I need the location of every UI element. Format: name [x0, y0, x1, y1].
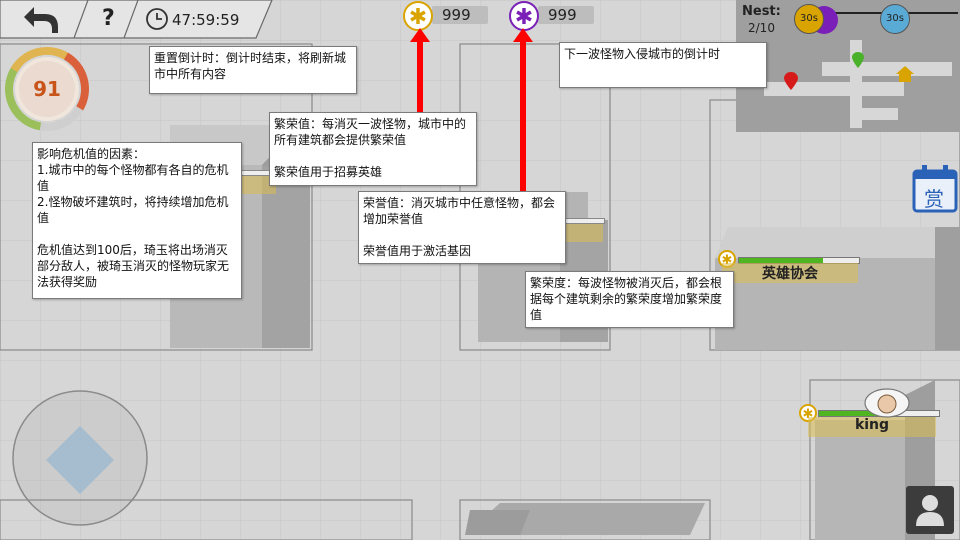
prosperity-value-box: 999	[432, 6, 488, 24]
tip-building-prosperity: 繁荣度：每波怪物被消灭后，都会根据每个建筑剩余的繁荣度增加繁荣度值	[525, 271, 734, 328]
tip-next-wave: 下一波怪物入侵城市的倒计时	[559, 42, 767, 88]
help-button[interactable]: ?	[102, 6, 115, 31]
tip-honor-text-2: 荣誉值用于激活基因	[363, 244, 472, 258]
nest-timer-1: 30s	[794, 4, 824, 34]
map-pin-icon	[784, 72, 798, 90]
king-avatar-cloud	[864, 388, 910, 418]
arrow-honor	[513, 28, 533, 192]
building-label-mid	[565, 224, 603, 242]
king-name[interactable]: king	[808, 417, 936, 437]
tip-prosperity-text-2: 繁荣值用于招募英雄	[274, 165, 383, 179]
honor-value-box: 999	[538, 6, 594, 24]
profile-button[interactable]	[906, 486, 954, 534]
arrow-prosperity	[410, 28, 430, 114]
reset-countdown-text: 47:59:59	[172, 11, 240, 29]
tip-crisis-item-1: 1.城市中的每个怪物都有各自的危机值	[37, 163, 229, 193]
minimap-roads	[764, 40, 952, 128]
back-arrow-icon	[24, 7, 58, 33]
reward-button[interactable]: 赏	[912, 163, 958, 213]
nest-label: Nest:	[742, 4, 781, 19]
tip-crisis-title: 影响危机值的因素：	[37, 147, 146, 161]
tip-crisis: 影响危机值的因素： 1.城市中的每个怪物都有各自的危机值 2.怪物破坏建筑时，将…	[32, 142, 242, 299]
honor-value: 999	[548, 6, 577, 24]
hero-marker-icon	[852, 52, 864, 68]
tip-building-prosperity-text: 繁荣度：每波怪物被消灭后，都会根据每个建筑剩余的繁荣度增加繁荣度值	[530, 276, 723, 322]
back-button[interactable]	[20, 3, 62, 35]
tip-next-wave-text: 下一波怪物入侵城市的倒计时	[564, 47, 721, 61]
tip-prosperity-text-1: 繁荣值：每消灭一波怪物，城市中的所有建筑都会提供繁荣值	[274, 117, 467, 147]
tip-crisis-item-3: 危机值达到100后，琦玉将出场消灭部分敌人，被琦玉消灭的怪物玩家无法获得奖励	[37, 243, 230, 289]
prosperity-value: 999	[442, 6, 471, 24]
svg-text:✱: ✱	[409, 5, 427, 30]
tip-prosperity: 繁荣值：每消灭一波怪物，城市中的所有建筑都会提供繁荣值 繁荣值用于招募英雄	[269, 112, 477, 186]
game-screen: ? 47:59:59 999 ✱ 999 ✱ 91 Nest: 2/10 30s…	[0, 0, 960, 540]
tip-honor: 荣誉值：消灭城市中任意怪物，都会增加荣誉值 荣誉值用于激活基因	[358, 191, 566, 264]
profile-icon	[916, 495, 944, 526]
nest-timer-2: 30s	[880, 4, 910, 34]
home-icon	[896, 66, 914, 82]
tip-honor-text-1: 荣誉值：消灭城市中任意怪物，都会增加荣誉值	[363, 196, 556, 226]
crisis-value: 91	[33, 77, 61, 101]
svg-text:✱: ✱	[515, 5, 533, 30]
hero-association-name[interactable]: 英雄协会	[722, 263, 858, 283]
minimap[interactable]: Nest: 2/10 30s 30s	[736, 0, 960, 132]
joystick[interactable]	[10, 388, 150, 528]
nest-count: 2/10	[748, 21, 775, 35]
tip-reset-countdown: 重置倒计时：倒计时结束，将刷新城市中所有内容	[149, 46, 357, 94]
tip-reset-countdown-text: 重置倒计时：倒计时结束，将刷新城市中所有内容	[154, 51, 347, 81]
reward-label: 赏	[924, 187, 944, 211]
joystick-icon	[12, 390, 148, 526]
clock-icon	[146, 8, 168, 30]
tip-crisis-item-2: 2.怪物破坏建筑时，将持续增加危机值	[37, 195, 229, 225]
